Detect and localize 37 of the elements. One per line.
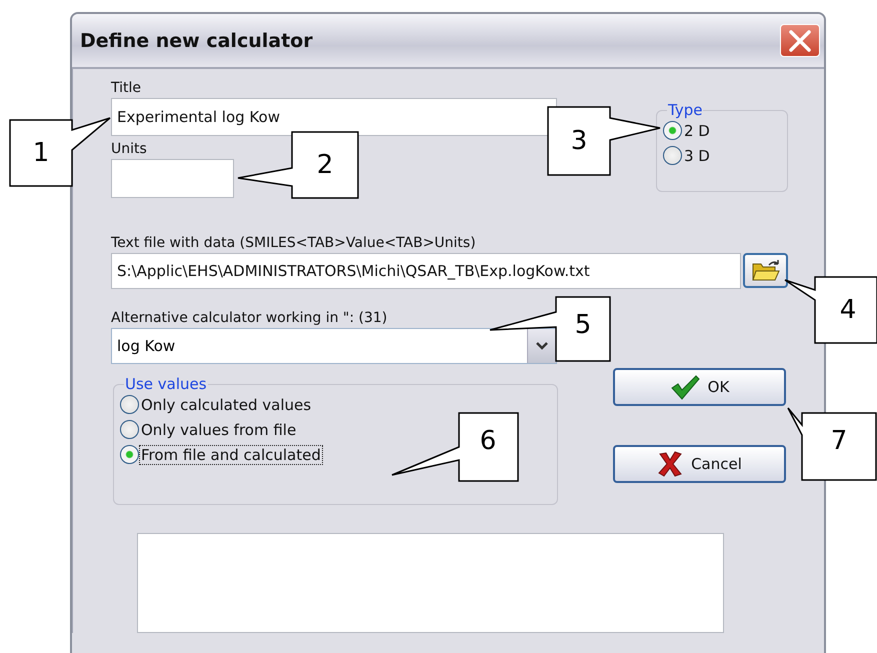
checkmark-icon <box>670 374 700 400</box>
radio-button[interactable] <box>663 121 682 140</box>
cancel-button[interactable]: Cancel <box>613 445 786 483</box>
group-legend: Type <box>667 101 704 119</box>
field-label: Units <box>111 140 147 159</box>
callout-number: 1 <box>32 140 50 166</box>
chevron-icon <box>535 341 549 351</box>
folder-icon <box>750 258 780 282</box>
callout-number: 6 <box>480 428 496 454</box>
radio-button[interactable] <box>663 146 682 165</box>
file-path-input[interactable]: S:\Applic\EHS\ADMINISTRATORS\Michi\QSAR_TB\Exp.logKow.txt <box>111 253 741 289</box>
calculator-dropdown[interactable]: log Kow <box>111 328 557 364</box>
field-label: Text file with data (SMILES<TAB>Value<TAB>Units) <box>111 234 476 253</box>
browse-button[interactable] <box>743 253 788 288</box>
title-input[interactable]: Experimental log Kow <box>111 98 557 136</box>
callout-number: 7 <box>830 428 848 454</box>
callout-number: 5 <box>574 312 592 338</box>
radio-button[interactable] <box>120 445 139 464</box>
radio-label[interactable]: 3 D <box>683 146 711 164</box>
close-icon <box>788 30 812 52</box>
dropdown-value: log Kow <box>117 337 176 355</box>
field-label: Alternative calculator working in ": (31) <box>111 309 388 328</box>
units-input[interactable] <box>111 159 234 198</box>
cross-icon <box>657 451 684 477</box>
radio-label[interactable]: 2 D <box>683 122 711 140</box>
callout-number: 2 <box>316 152 334 178</box>
window-title: Define new calculator <box>80 30 313 52</box>
callout-number: 4 <box>840 297 856 323</box>
radio-label[interactable]: Only values from file <box>140 420 298 438</box>
radio-label[interactable]: From file and calculated <box>140 446 322 464</box>
close-button[interactable] <box>780 24 820 57</box>
radio-button[interactable] <box>120 420 139 439</box>
field-label: Title <box>111 79 142 98</box>
ok-button[interactable]: OK <box>613 368 786 406</box>
radio-label[interactable]: Only calculated values <box>140 396 312 414</box>
callout-number: 3 <box>570 128 588 154</box>
radio-button[interactable] <box>120 395 139 414</box>
